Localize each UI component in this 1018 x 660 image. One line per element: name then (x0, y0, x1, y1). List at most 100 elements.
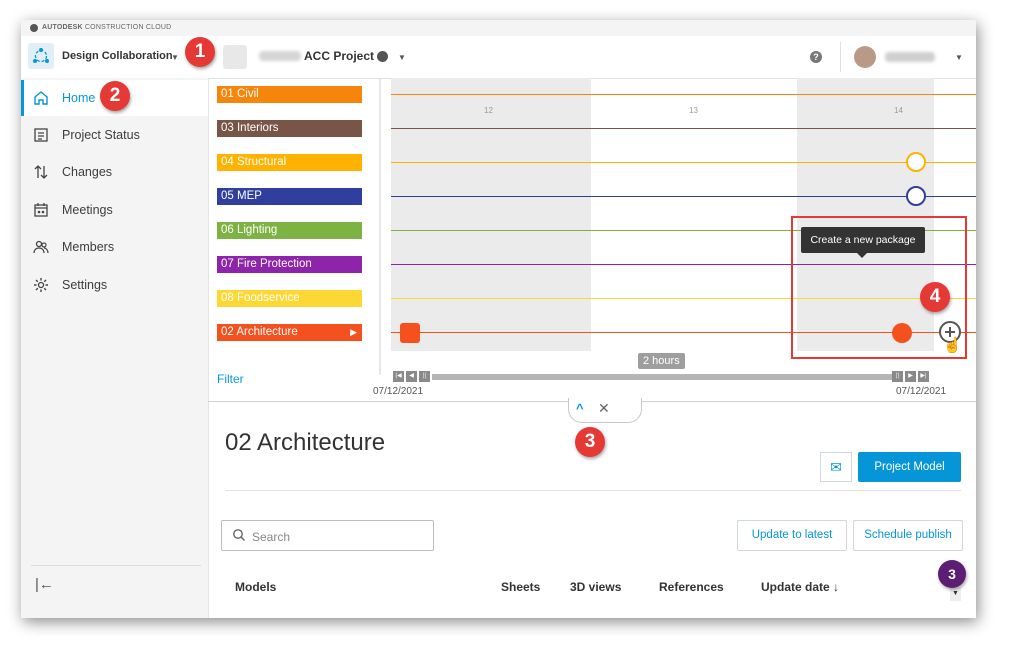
sidebar-divider (31, 565, 201, 566)
gear-icon (34, 278, 48, 292)
brand-text: AUTODESK CONSTRUCTION CLOUD (42, 24, 172, 31)
chevron-up-icon[interactable]: ^ (576, 401, 584, 416)
update-to-latest-button[interactable]: Update to latest (737, 520, 847, 551)
members-icon (33, 240, 49, 254)
team-track-line (391, 94, 976, 95)
sidebar-item-members[interactable]: Members (21, 229, 208, 265)
chevron-down-icon[interactable]: ▼ (398, 53, 406, 62)
step-forward-icon[interactable]: ▶ (905, 371, 916, 382)
search-icon (233, 529, 246, 542)
chevron-down-icon[interactable]: ▼ (171, 53, 179, 62)
annotation-badge: 3 (575, 427, 605, 457)
team-label: 04 Structural (221, 156, 287, 168)
notification-badge[interactable]: 3 (938, 560, 966, 588)
team-track-line (391, 196, 976, 197)
collapse-sidebar-icon[interactable]: |← (35, 576, 54, 593)
schedule-publish-button[interactable]: Schedule publish (853, 520, 963, 551)
timeline-tick: 13 (689, 106, 698, 115)
header-divider (840, 42, 841, 72)
team-item-lighting[interactable]: 06 Lighting (217, 222, 362, 239)
changes-icon (34, 165, 48, 179)
avatar[interactable] (854, 46, 876, 68)
team-track-line (391, 128, 976, 129)
range-start-handle[interactable]: || (419, 371, 430, 382)
start-date: 07/12/2021 (373, 386, 424, 397)
status-icon (34, 128, 48, 142)
email-button[interactable]: ✉ (820, 452, 852, 482)
sidebar-item-changes[interactable]: Changes (21, 154, 208, 190)
detail-divider (225, 490, 961, 491)
meetings-icon (34, 203, 48, 217)
team-item-civil[interactable]: 01 Civil (217, 86, 362, 103)
app-window: AUTODESK CONSTRUCTION CLOUD Design Colla… (21, 20, 976, 618)
project-model-button[interactable]: Project Model (858, 452, 961, 482)
team-item-foodservice[interactable]: 08 Foodservice (217, 290, 362, 307)
team-label: 07 Fire Protection (221, 258, 312, 270)
sidebar-item-project-status[interactable]: Project Status (21, 117, 208, 153)
globe-icon (377, 51, 388, 62)
team-track-line (391, 162, 976, 163)
autodesk-logo-icon (30, 24, 38, 32)
home-icon (34, 91, 48, 105)
time-range-label: 2 hours (638, 353, 685, 369)
column-header-models[interactable]: Models (235, 580, 276, 594)
brand-bar: AUTODESK CONSTRUCTION CLOUD (21, 20, 976, 36)
structural-package-node[interactable] (906, 152, 926, 172)
team-item-structural[interactable]: 04 Structural (217, 154, 362, 171)
close-icon[interactable]: ✕ (598, 400, 610, 417)
scroll-down-icon[interactable]: ▼ (950, 587, 961, 601)
timeline-tick: 12 (484, 106, 493, 115)
chevron-down-icon[interactable]: ▼ (955, 53, 963, 62)
team-label: 02 Architecture (221, 326, 298, 338)
skip-start-icon[interactable]: |◀ (393, 371, 404, 382)
timeline-tick: 14 (894, 106, 903, 115)
team-item-mep[interactable]: 05 MEP (217, 188, 362, 205)
annotation-badge: 4 (920, 282, 950, 312)
top-header: Design Collaboration ▼ ACC Project ▼ ? ▼ (21, 36, 976, 79)
sidebar-item-label: Settings (62, 278, 108, 292)
sidebar-item-label: Meetings (62, 203, 113, 217)
search-box (221, 520, 434, 551)
sidebar-item-meetings[interactable]: Meetings (21, 192, 208, 228)
team-item-fire-protection[interactable]: 07 Fire Protection (217, 256, 362, 273)
project-name[interactable]: ACC Project (304, 49, 374, 63)
column-header-3d-views[interactable]: 3D views (570, 580, 621, 594)
team-item-architecture[interactable]: 02 Architecture ▶ (217, 324, 362, 341)
annotation-badge: 2 (100, 81, 130, 111)
architecture-package-square[interactable] (400, 323, 420, 343)
play-arrow-icon: ▶ (350, 327, 357, 337)
mep-package-node[interactable] (906, 186, 926, 206)
user-name-blurred[interactable] (885, 52, 935, 62)
design-collaboration-app-icon[interactable] (28, 43, 54, 69)
tooltip: Create a new package (801, 227, 925, 258)
sidebar-item-label: Members (62, 240, 115, 254)
filter-link[interactable]: Filter (217, 372, 244, 386)
column-header-references[interactable]: References (659, 580, 724, 594)
sidebar-item-label: Home (62, 91, 96, 105)
app-name[interactable]: Design Collaboration (62, 50, 173, 62)
sidebar: Home Project Status Changes Meetings Mem… (21, 78, 209, 618)
step-back-icon[interactable]: ◀ (406, 371, 417, 382)
range-end-handle[interactable]: || (892, 371, 903, 382)
search-input[interactable] (250, 527, 429, 547)
column-header-update-date[interactable]: Update date ↓ (761, 580, 839, 594)
team-item-interiors[interactable]: 03 Interiors (217, 120, 362, 137)
sidebar-item-settings[interactable]: Settings (21, 267, 208, 303)
timeline-shade (391, 78, 591, 351)
team-label: 05 MEP (221, 190, 262, 202)
project-thumbnail (223, 45, 247, 69)
help-icon[interactable]: ? (810, 51, 822, 63)
team-label: 01 Civil (221, 88, 259, 100)
sidebar-item-label: Project Status (62, 128, 140, 142)
sidebar-item-label: Changes (62, 165, 113, 179)
column-header-sheets[interactable]: Sheets (501, 580, 540, 594)
skip-end-icon[interactable]: ▶| (918, 371, 929, 382)
end-date: 07/12/2021 (896, 386, 947, 397)
annotation-badge: 1 (185, 37, 215, 67)
hand-cursor-icon: ☝ (943, 337, 962, 354)
team-label: 08 Foodservice (221, 292, 300, 304)
time-range-scrubber[interactable] (432, 374, 892, 380)
project-prefix-blurred (259, 51, 301, 61)
team-label: 06 Lighting (221, 224, 278, 236)
page-title: 02 Architecture (225, 429, 386, 456)
